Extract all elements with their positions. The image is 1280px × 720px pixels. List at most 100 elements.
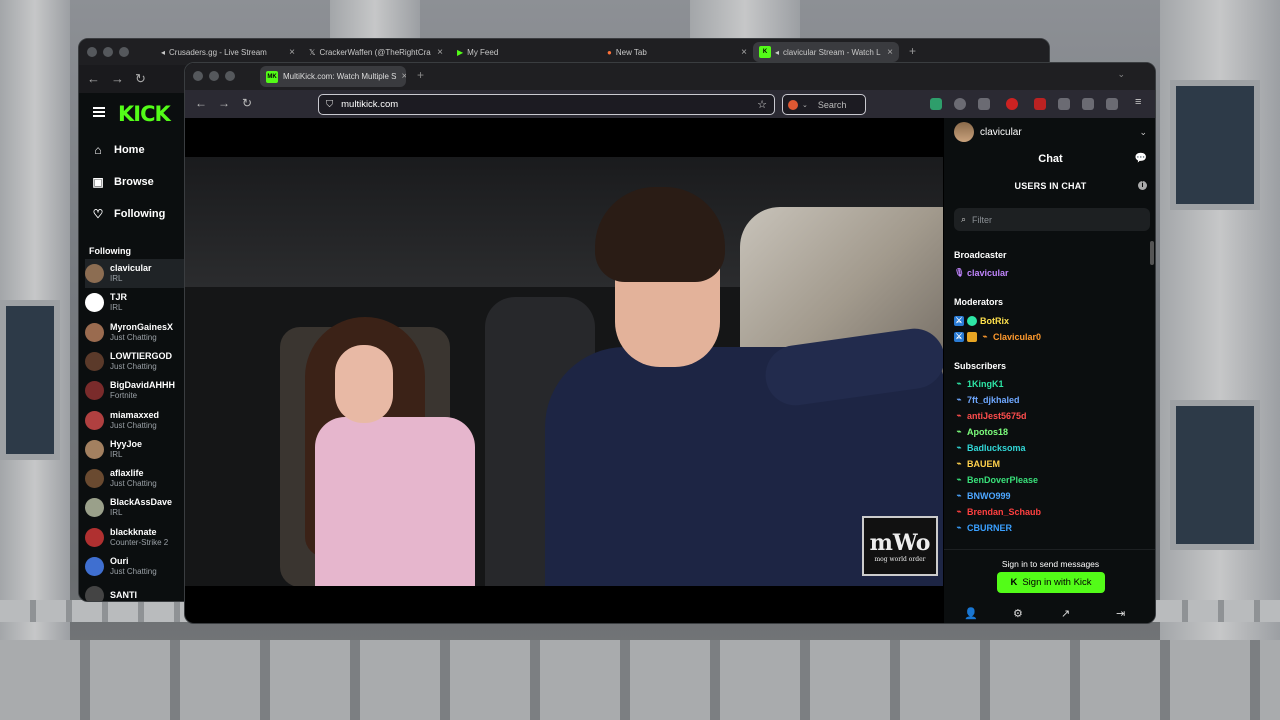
new-tab-icon[interactable]: + xyxy=(909,44,916,58)
close-icon[interactable]: × xyxy=(887,47,893,58)
user-row[interactable]: ⌁ antiJest5675d xyxy=(954,411,1027,421)
user-row[interactable]: ⌁ CBURNER xyxy=(954,523,1012,533)
volume-icon[interactable] xyxy=(1106,98,1118,110)
forward-arrow-icon[interactable]: → xyxy=(111,71,124,86)
channel-category: Just Chatting xyxy=(110,567,157,576)
speaker-icon: ◂ xyxy=(775,47,780,57)
tab-new-tab[interactable]: ● New Tab × xyxy=(607,42,747,62)
following-item[interactable]: BigDavidAHHH Fortnite xyxy=(85,376,185,405)
following-item[interactable]: BlackAssDave IRL xyxy=(85,493,185,522)
following-item[interactable]: TJR IRL xyxy=(85,288,185,317)
tab-label: Crusaders.gg - Live Stream xyxy=(169,47,267,57)
tab-my-feed[interactable]: ▶ My Feed xyxy=(457,42,595,62)
share-icon[interactable]: ↗ xyxy=(1061,607,1070,620)
following-item[interactable]: miamaxxed Just Chatting xyxy=(85,406,185,435)
user-row[interactable]: ⌁ 1KingK1 xyxy=(954,379,1004,389)
extension-icon[interactable] xyxy=(954,98,966,110)
user-row[interactable]: ⌁ BenDoverPlease xyxy=(954,475,1038,485)
chevron-down-icon[interactable]: ⌄ xyxy=(1117,69,1125,80)
following-item[interactable]: MyronGainesX Just Chatting xyxy=(85,318,185,347)
forward-arrow-icon[interactable]: → xyxy=(218,96,230,110)
reload-icon[interactable]: ↻ xyxy=(242,96,252,110)
user-row[interactable]: ⌁ BNWO999 xyxy=(954,491,1011,501)
channel-name: TJR xyxy=(110,292,128,303)
logout-icon[interactable]: ⇥ xyxy=(1116,607,1125,620)
tab-multikick[interactable]: MK MultiKick.com: Watch Multiple S × xyxy=(260,66,406,87)
user-row[interactable]: ⚔ BotRix xyxy=(954,316,1009,326)
close-icon[interactable]: × xyxy=(289,47,295,58)
user-row[interactable]: ⌁ 7ft_djkhaled xyxy=(954,395,1020,405)
following-item[interactable]: clavicular IRL xyxy=(85,259,185,288)
filter-input[interactable]: ⌕ Filter xyxy=(954,208,1150,231)
following-text: SANTI xyxy=(110,590,137,601)
record-icon[interactable] xyxy=(1006,98,1018,110)
reload-icon[interactable]: ↻ xyxy=(135,71,146,87)
close-icon[interactable]: × xyxy=(437,47,443,58)
verified-icon xyxy=(967,316,977,326)
minimize-window-button[interactable] xyxy=(209,71,219,81)
download-icon[interactable] xyxy=(930,98,942,110)
chat-bubbles-icon[interactable]: 💬 xyxy=(1135,153,1147,164)
user-row[interactable]: ⚔ ⌁ Clavicular0 xyxy=(954,332,1041,342)
info-icon[interactable]: i xyxy=(1138,181,1147,190)
subscriber-icon: ⌁ xyxy=(956,475,962,484)
user-row[interactable]: ⌁ Apotos18 xyxy=(954,427,1008,437)
user-row[interactable]: ⌁ Badlucksoma xyxy=(954,443,1026,453)
gear-icon[interactable]: ⚙ xyxy=(1013,607,1023,620)
following-item[interactable]: aflaxlife Just Chatting xyxy=(85,464,185,493)
following-item[interactable]: HyyJoe IRL xyxy=(85,435,185,464)
video-player[interactable]: mWo mog world order xyxy=(185,157,943,586)
following-text: HyyJoe IRL xyxy=(110,439,142,460)
ublock-icon[interactable] xyxy=(1034,98,1046,110)
close-window-button[interactable] xyxy=(193,71,203,81)
username: Brendan_Schaub xyxy=(967,507,1042,517)
menu-icon[interactable]: ≡ xyxy=(1135,96,1141,108)
menu-icon[interactable] xyxy=(93,107,105,117)
search-box[interactable]: ⌄ Search xyxy=(782,94,866,115)
close-icon[interactable]: × xyxy=(741,47,747,58)
puzzle-icon[interactable] xyxy=(1058,98,1070,110)
following-item[interactable]: blackknate Counter-Strike 2 xyxy=(85,523,185,552)
chat-title: Chat xyxy=(1038,153,1063,165)
subscriber-icon: ⌁ xyxy=(956,411,962,420)
user-row[interactable]: ⌁ BAUEM xyxy=(954,459,1000,469)
back-arrow-icon[interactable]: ← xyxy=(87,71,100,86)
channel-category: IRL xyxy=(110,274,123,283)
scrollbar[interactable] xyxy=(1150,241,1154,265)
user-row[interactable]: 🎙 clavicular xyxy=(954,268,1009,278)
close-window-button[interactable] xyxy=(87,47,97,57)
back-arrow-icon[interactable]: ← xyxy=(195,96,207,110)
close-icon[interactable]: × xyxy=(402,71,406,82)
bookmark-star-icon[interactable]: ☆ xyxy=(757,98,767,111)
minimize-window-button[interactable] xyxy=(103,47,113,57)
following-item[interactable]: LOWTIERGOD Just Chatting xyxy=(85,347,185,376)
chevron-down-icon: ⌄ xyxy=(1139,126,1147,137)
multikick-icon: MK xyxy=(266,70,278,83)
zoom-window-button[interactable] xyxy=(119,47,129,57)
user-row[interactable]: ⌁ Brendan_Schaub xyxy=(954,507,1041,517)
sign-in-with-kick-button[interactable]: K Sign in with Kick xyxy=(997,572,1105,593)
microphone-icon: 🎙 xyxy=(954,268,965,277)
following-item[interactable]: Ouri Just Chatting xyxy=(85,552,185,581)
crop-icon[interactable] xyxy=(978,98,990,110)
new-tab-icon[interactable]: + xyxy=(417,68,424,82)
nav-home[interactable]: ⌂ Home xyxy=(91,143,144,157)
tab-clavicular[interactable]: K ◂ clavicular Stream - Watch L × xyxy=(753,42,899,62)
nav-browse[interactable]: ▣ Browse xyxy=(91,175,153,189)
add-user-icon[interactable]: 👤 xyxy=(964,607,978,620)
username: 1KingK1 xyxy=(967,379,1004,389)
channel-selector[interactable]: clavicular ⌄ xyxy=(954,122,1147,142)
kick-icon: K xyxy=(759,46,771,58)
play-icon: ▶ xyxy=(457,47,464,57)
tab-crusaders[interactable]: ◂ Crusaders.gg - Live Stream × xyxy=(161,42,295,62)
address-bar[interactable]: ⛉ multikick.com ☆ xyxy=(318,94,775,115)
following-item[interactable]: SANTI xyxy=(85,581,185,601)
tab-crackerwaffen[interactable]: 𝕏 CrackerWaffen (@TheRightCra × xyxy=(309,42,443,62)
subscriber-icon: ⌁ xyxy=(956,523,962,532)
username: 7ft_djkhaled xyxy=(967,395,1020,405)
chat-footer: Sign in to send messages K Sign in with … xyxy=(944,549,1155,623)
kick-logo[interactable]: KICK xyxy=(118,102,171,126)
equalizer-icon[interactable] xyxy=(1082,98,1094,110)
nav-following[interactable]: ♡ Following xyxy=(91,207,166,221)
zoom-window-button[interactable] xyxy=(225,71,235,81)
